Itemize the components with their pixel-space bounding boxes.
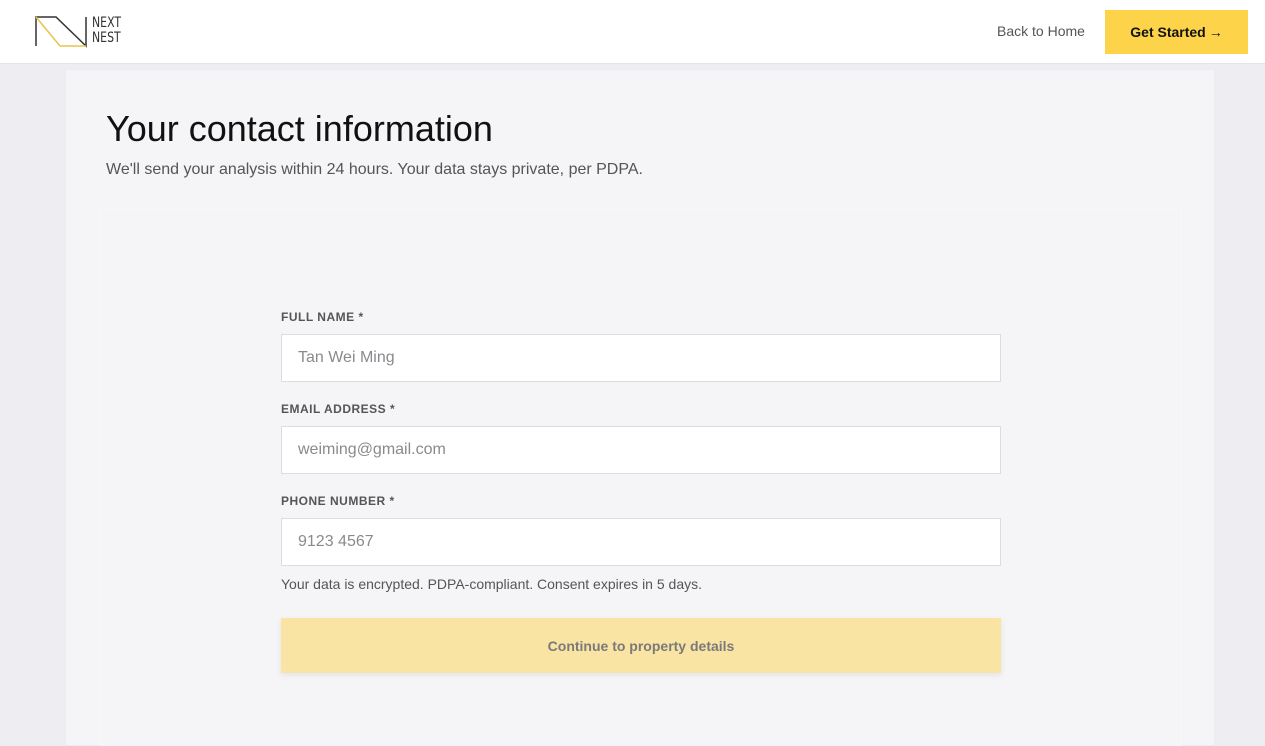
page-subtitle: We'll send your analysis within 24 hours… xyxy=(106,161,643,178)
get-started-label: Get Started xyxy=(1130,24,1206,40)
back-to-home-link[interactable]: Back to Home xyxy=(997,23,1085,39)
contact-card: Your contact information We'll send your… xyxy=(65,69,1215,746)
full-name-input[interactable] xyxy=(281,334,1001,382)
email-label: EMAIL ADDRESS * xyxy=(281,402,396,416)
email-input[interactable] xyxy=(281,426,1001,474)
logo-line-1: NEXT xyxy=(92,15,122,31)
top-nav-bar: NEXT NEST Back to Home Get Started → xyxy=(0,0,1265,64)
nextnest-logo[interactable]: NEXT NEST xyxy=(34,14,129,48)
arrow-right-icon: → xyxy=(1208,24,1223,40)
phone-input[interactable] xyxy=(281,518,1001,566)
get-started-button[interactable]: Get Started → xyxy=(1105,10,1248,54)
full-name-label: FULL NAME * xyxy=(281,310,364,324)
logo-wordmark: NEXT NEST xyxy=(92,16,121,46)
privacy-note: Your data is encrypted. PDPA-compliant. … xyxy=(281,576,702,592)
phone-label: PHONE NUMBER * xyxy=(281,494,395,508)
logo-line-2: NEST xyxy=(92,30,121,46)
page-title: Your contact information xyxy=(106,108,493,149)
continue-button[interactable]: Continue to property details xyxy=(281,618,1001,673)
logo-mark-icon xyxy=(35,16,87,48)
